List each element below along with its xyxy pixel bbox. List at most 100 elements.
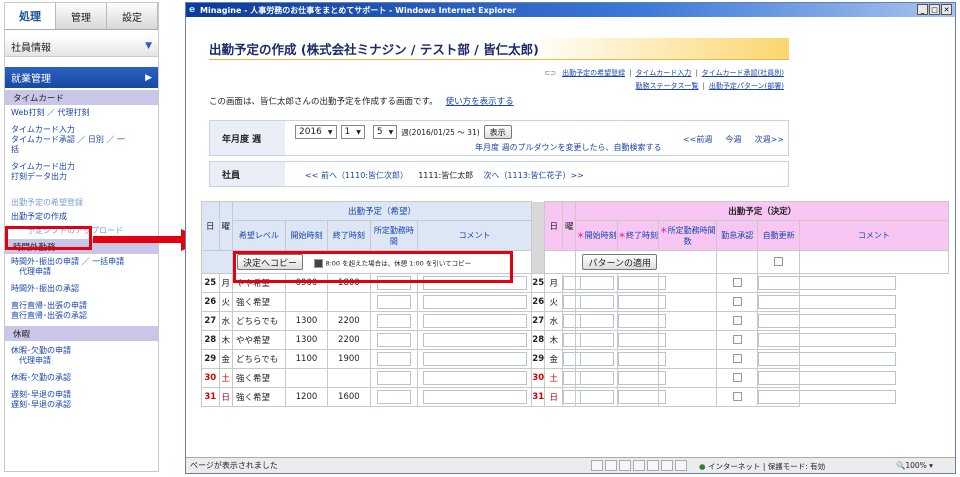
week-select[interactable]: 5 ▼ [372,125,398,139]
employee-nav: 社員 << 前へ（1110:皆仁次郎） 1111:皆仁太郎 次へ（1113:皆仁… [209,161,789,187]
zoom-level[interactable]: 🔍100% ▾ [896,461,933,470]
auto-update-checkbox[interactable] [732,335,742,344]
start-cell: 1300 [284,330,329,350]
auto-update-checkbox[interactable] [732,373,742,382]
auto-update-checkbox[interactable] [732,278,742,287]
comment-input[interactable] [422,295,527,309]
comment-decided-input[interactable] [758,371,897,385]
comment-decided-input[interactable] [758,390,897,404]
approve-cell [658,330,718,350]
hours-input[interactable] [376,295,411,309]
end-cell: 1900 [327,349,371,369]
tab-shori[interactable]: 処理 [5,3,56,29]
auto-update-checkbox[interactable] [732,354,742,363]
howto-link[interactable]: 使い方を表示する [446,97,514,107]
link-schedule-wish-top[interactable]: 出勤予定の希望登録 [562,69,625,77]
next-week-link[interactable]: 次週>> [755,135,784,144]
triangle-down-icon: ▼ [145,41,152,51]
next-employee-link[interactable]: 次へ（1113:皆仁花子）>> [483,171,583,180]
col-level: 希望レベル [232,220,286,251]
comment-decided-input[interactable] [758,314,897,328]
link-timecard-approve[interactable]: タイムカード承認 ／ 日別 ／ 一括 [5,135,158,155]
comment-decided-input[interactable] [758,352,897,366]
auto-all-checkbox[interactable] [774,257,784,266]
period-selector: 年月度 週 2016 ▼ 1 ▼ 5 ▼ 週(2016/01/25 〜 31) 表示 … [209,120,789,156]
prev-employee-link[interactable]: << 前へ（1110:皆仁次郎） [305,171,408,180]
comment-input[interactable] [422,314,527,328]
hours-input[interactable] [376,352,411,366]
hours-input[interactable] [376,371,411,385]
link-late-approve[interactable]: 遅刻･早退の承認 [5,400,158,410]
link-schedule-wish[interactable]: 出勤予定の希望登録 [5,198,158,208]
link-timecard-input-top[interactable]: タイムカード入力 [635,69,691,77]
link-timecard-output[interactable]: タイムカード出力 [5,162,158,172]
end-input[interactable] [579,371,614,385]
link-status-list[interactable]: 勤務ステータス一覧 [636,82,699,90]
auto-cell [716,292,759,312]
link-direct-approve[interactable]: 直行直帰･出張の承認 [5,311,158,321]
month-select[interactable]: 1 ▼ [340,125,365,139]
note-text: この画面は、皆仁太郎さんの出勤予定を作成する画面です。 [209,97,438,107]
link-pattern[interactable]: 出勤予定パターン(部署) [709,82,784,90]
window-controls: _ □ ✕ [917,4,952,15]
comment-input[interactable] [422,390,527,404]
wish-title: 出勤予定（希望） [232,201,532,221]
link-web-punch[interactable]: Web打刻 ／ 代理打刻 [5,108,158,118]
end-input[interactable] [579,333,614,347]
section-employee-info[interactable]: 社員情報 ▼ [5,36,158,57]
link-leave-proxy[interactable]: 代理申請 [5,356,158,366]
comment-input[interactable] [422,371,527,385]
maximize-icon[interactable]: □ [929,4,940,15]
tab-kanri[interactable]: 管理 [56,3,107,29]
link-punch-output[interactable]: 打刻データ出力 [5,172,158,182]
hours-input[interactable] [376,333,411,347]
dow-cell: 土 [544,368,563,388]
link-overtime-proxy[interactable]: 代理申請 [5,267,158,277]
status-cell [647,460,659,471]
auto-update-checkbox[interactable] [732,392,742,401]
section-attendance[interactable]: 就業管理 ▶ [5,67,158,88]
auto-update-checkbox[interactable] [732,297,742,306]
approve-cell [658,273,718,293]
link-timecard-input[interactable]: タイムカード入力 [5,125,158,135]
link-leave-request[interactable]: 休暇･欠勤の申請 [5,346,158,356]
comment-decided-input[interactable] [758,333,897,347]
link-leave-approve[interactable]: 休暇･欠勤の承認 [5,373,158,383]
dow-cell: 木 [218,330,234,350]
link-timecard-approve-top[interactable]: タイムカード承認(社員別) [702,69,784,77]
link-direct-request[interactable]: 直行直帰･出張の申請 [5,301,158,311]
hours-decided-cell [616,311,666,331]
show-button[interactable]: 表示 [483,125,512,139]
hours-input[interactable] [376,314,411,328]
comment-decided-input[interactable] [758,276,897,290]
this-week-link[interactable]: 今週 [726,135,742,144]
pattern-button[interactable]: パターンの適用 [582,254,657,270]
end-input[interactable] [579,314,614,328]
comment-input[interactable] [422,333,527,347]
end-input[interactable] [579,390,614,404]
select-value: 5 [376,127,383,137]
auto-update-checkbox[interactable] [732,316,742,325]
col-comment: コメント [417,220,532,251]
zone-status: ● インターネット | 保護モード: 有効 [699,461,825,472]
comment-input[interactable] [422,352,527,366]
year-select[interactable]: 2016 ▼ [295,125,337,139]
table-row: 26 火強く希望 26 火 [201,292,949,312]
link-overtime-approve[interactable]: 時間外･振出の承認 [5,284,158,294]
comment-cell [417,349,532,369]
minimize-icon[interactable]: _ [917,4,928,15]
start-decided-cell [561,273,597,293]
tab-settei[interactable]: 設定 [107,3,158,29]
link-late-request[interactable]: 遅刻･早退の申請 [5,390,158,400]
end-input[interactable] [579,276,614,290]
end-decided-cell [575,311,618,331]
end-input[interactable] [579,295,614,309]
prev-week-link[interactable]: <<前週 [683,135,712,144]
day-header: 日 [201,201,220,251]
comment-decided-input[interactable] [758,295,897,309]
close-icon[interactable]: ✕ [941,4,952,15]
link-schedule-create[interactable]: 出勤予定の作成 [5,212,158,222]
hours-input[interactable] [376,390,411,404]
link-overtime-request[interactable]: 時間外･振出の申請 ／ 一括申請 [5,257,158,267]
end-input[interactable] [579,352,614,366]
